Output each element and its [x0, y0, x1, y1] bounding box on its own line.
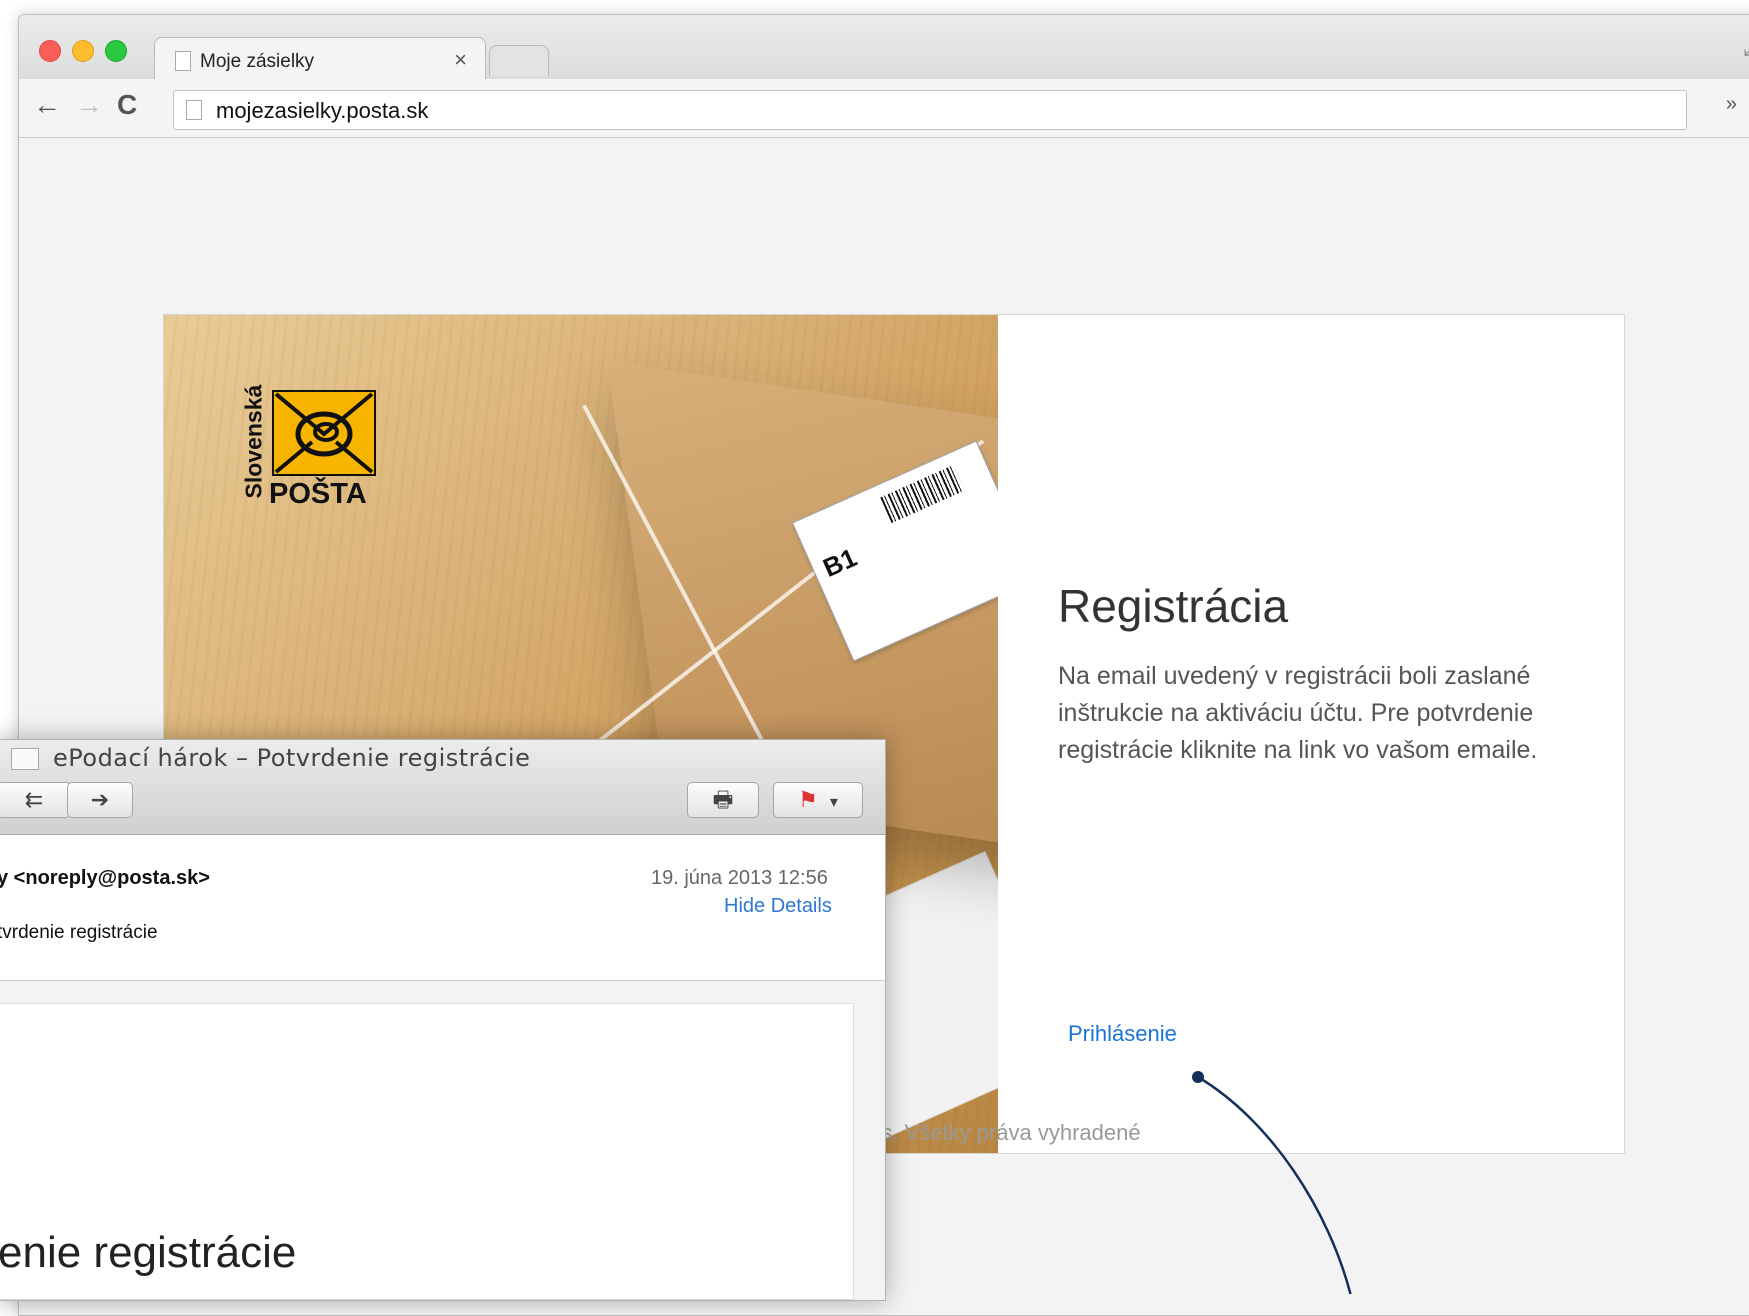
envelope-icon — [11, 748, 39, 770]
flag-button[interactable]: ⚑ ▾ — [773, 782, 863, 818]
page-icon — [186, 100, 202, 120]
reply-all-button[interactable]: ⇇ — [0, 782, 71, 818]
footer-copyright: a.s. Všetky práva vyhradené — [863, 1120, 1141, 1145]
mail-titlebar: ePodací hárok – Potvrdenie registrácie ⇇… — [0, 740, 885, 835]
hide-details-link[interactable]: Hide Details — [724, 895, 832, 918]
close-window-button[interactable] — [39, 40, 61, 62]
forward-button[interactable]: ➔ — [67, 782, 133, 818]
minimize-window-button[interactable] — [72, 40, 94, 62]
browser-toolbar: ← → C mojezasielky.posta.sk » ≡ — [19, 79, 1749, 138]
mail-window: ePodací hárok – Potvrdenie registrácie ⇇… — [0, 739, 886, 1301]
address-bar[interactable]: mojezasielky.posta.sk — [173, 90, 1687, 130]
logo-name: POŠTA — [269, 478, 367, 510]
logo-vertical-text: Slovenská — [240, 384, 267, 499]
posthorn-icon — [272, 390, 376, 476]
back-arrow-icon[interactable]: ← — [33, 89, 61, 121]
reload-icon[interactable]: C — [117, 89, 137, 121]
chevron-down-icon[interactable]: ▾ — [830, 794, 838, 811]
close-tab-icon[interactable]: × — [454, 47, 467, 73]
forward-arrow-icon[interactable]: → — [75, 89, 103, 121]
login-link[interactable]: Prihlásenie — [1068, 1021, 1177, 1047]
browser-titlebar: Moje zásielky × ⤢ — [19, 15, 1749, 82]
zoom-window-button[interactable] — [105, 40, 127, 62]
mail-subject: tvrdenie registrácie — [0, 922, 158, 943]
flag-icon: ⚑ — [798, 787, 818, 812]
mail-sender: y <noreply@posta.sk> — [0, 867, 210, 889]
label-code: B1 — [818, 542, 862, 584]
url-text[interactable]: mojezasielky.posta.sk — [216, 98, 428, 124]
new-tab-button[interactable] — [489, 45, 549, 76]
extensions-overflow-icon[interactable]: » — [1726, 93, 1737, 116]
mail-body: enie registrácie — [0, 1003, 854, 1300]
mail-body-heading: enie registrácie — [0, 1228, 297, 1277]
registration-panel: Registrácia Na email uvedený v registrác… — [998, 315, 1624, 1153]
print-button[interactable]: 🖶 — [687, 782, 759, 818]
browser-tab[interactable]: Moje zásielky × — [154, 37, 486, 82]
tab-title: Moje zásielky — [200, 51, 315, 72]
registration-message: Na email uvedený v registrácii boli zasl… — [1058, 662, 1538, 764]
mail-date: 19. júna 2013 12:56 — [651, 867, 828, 889]
posta-logo: Slovenská POŠTA — [237, 384, 377, 520]
fullscreen-icon[interactable]: ⤢ — [1743, 35, 1749, 61]
page-icon — [175, 51, 191, 71]
page-title: Registrácia — [1058, 579, 1289, 632]
mail-window-title: ePodací hárok – Potvrdenie registrácie — [53, 744, 531, 772]
